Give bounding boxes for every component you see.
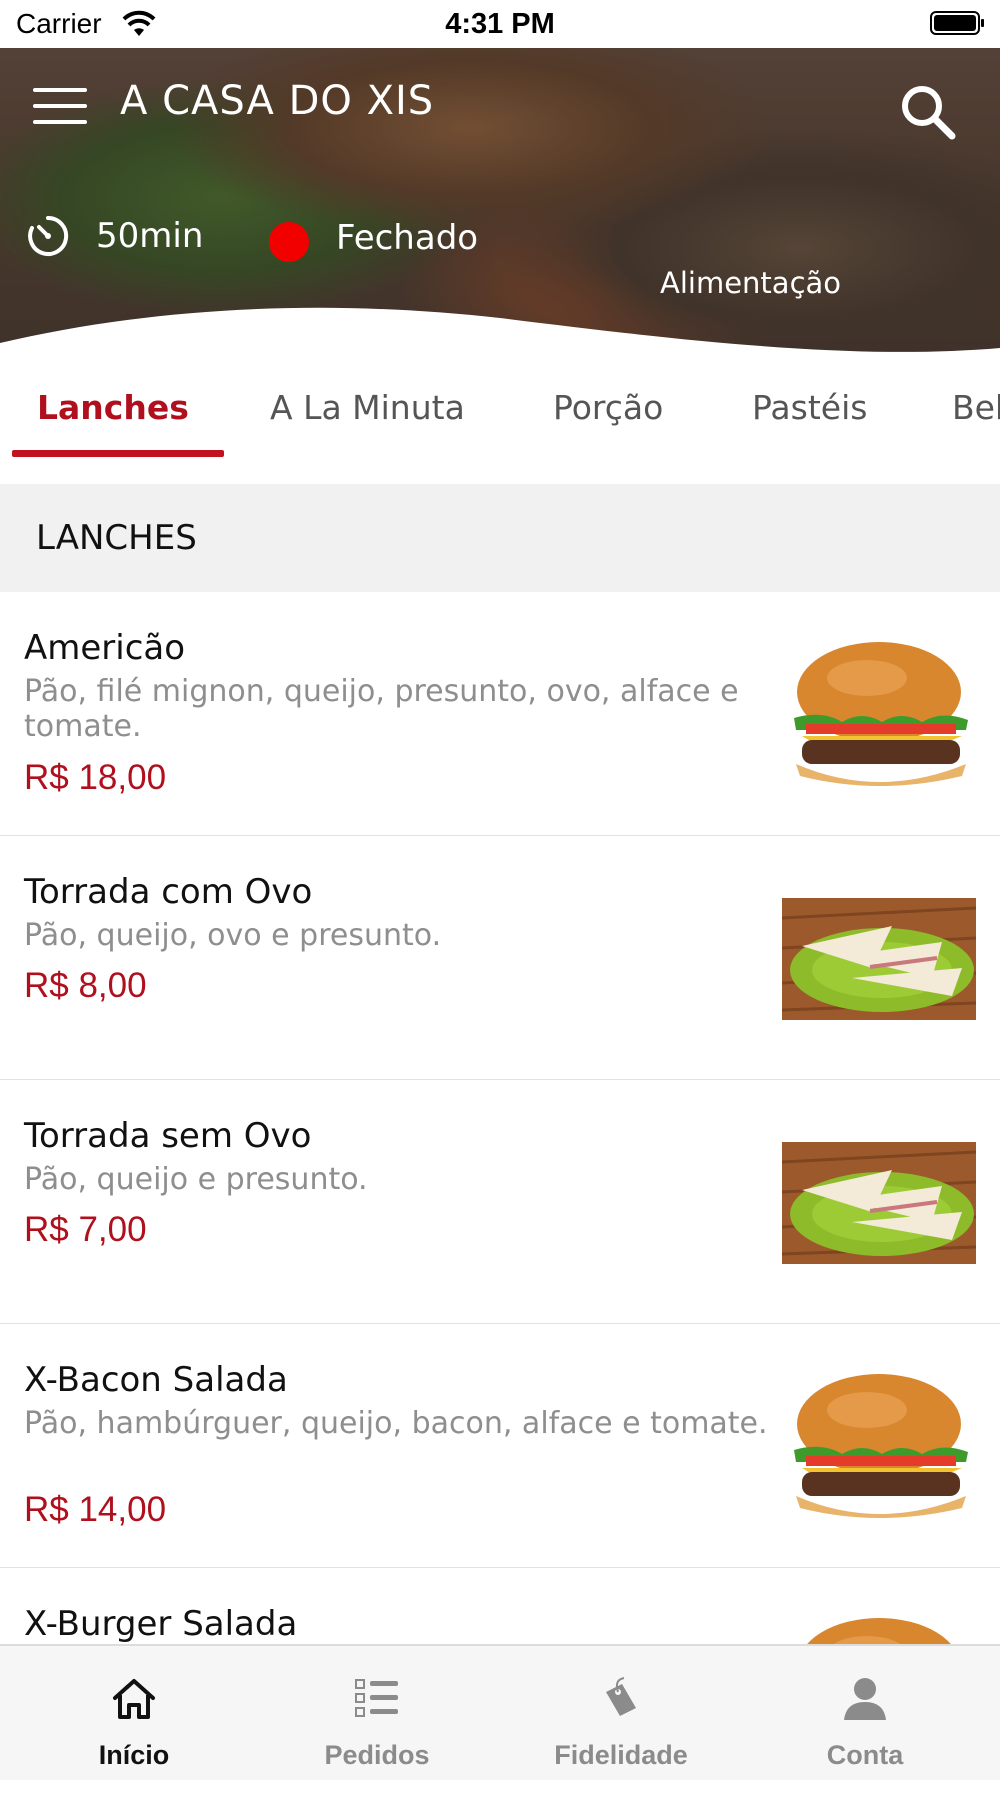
item-name: X-Bacon Salada [24, 1360, 288, 1400]
tab-a-la-minuta[interactable]: A La Minuta [270, 388, 465, 427]
item-description: Pão, queijo, ovo e presunto. [24, 918, 442, 953]
tab-porcao[interactable]: Porção [553, 388, 663, 427]
item-price: R$ 18,00 [24, 758, 167, 797]
nav-fidelidade-label: Fidelidade [554, 1740, 688, 1770]
orders-list-icon [355, 1679, 398, 1717]
burger-image [794, 1374, 968, 1518]
account-person-icon [844, 1678, 886, 1720]
nav-inicio-label: Início [98, 1740, 170, 1770]
store-title: A CASA DO XIS [120, 78, 435, 124]
tab-pasteis[interactable]: Pastéis [752, 388, 867, 427]
burger-image [794, 642, 968, 786]
nav-fidelidade[interactable]: Fidelidade [496, 1646, 746, 1780]
nav-pedidos[interactable]: Pedidos [252, 1646, 502, 1780]
hamburger-menu-icon[interactable] [33, 88, 87, 124]
item-price: R$ 8,00 [24, 966, 147, 1005]
home-icon [113, 1679, 155, 1719]
clock: 4:31 PM [445, 8, 555, 40]
item-description: Pão, filé mignon, queijo, presunto, ovo,… [24, 674, 739, 744]
item-price: R$ 14,00 [24, 1490, 167, 1529]
category-tabs: Lanches A La Minuta Porção Pastéis Beb [0, 368, 1000, 464]
item-description: Pão, hambúrguer, queijo, bacon, alface e… [24, 1406, 768, 1441]
nav-pedidos-label: Pedidos [324, 1740, 430, 1770]
nav-inicio[interactable]: Início [9, 1646, 259, 1780]
store-header: A CASA DO XIS 50min Fechado Alimentação [0, 48, 1000, 368]
active-tab-indicator [12, 450, 224, 457]
search-icon[interactable] [898, 82, 956, 140]
section-header: LANCHES [0, 484, 1000, 592]
menu-item[interactable]: Americão Pão, filé mignon, queijo, presu… [0, 592, 1000, 837]
item-name: Americão [24, 628, 186, 668]
store-status: Fechado [336, 218, 479, 258]
item-name: Torrada com Ovo [24, 872, 313, 912]
bottom-navigation: Início Pedidos Fidelidade Conta [0, 1644, 1000, 1780]
tab-lanches[interactable]: Lanches [37, 388, 189, 427]
menu-item[interactable]: X-Bacon Salada Pão, hambúrguer, queijo, … [0, 1324, 1000, 1569]
sandwich-image [782, 1142, 976, 1264]
nav-conta-label: Conta [826, 1740, 904, 1770]
loyalty-tag-icon [606, 1677, 636, 1716]
delivery-time: 50min [96, 216, 204, 256]
battery-icon [930, 11, 984, 35]
status-indicator-dot [269, 222, 309, 262]
item-name: Torrada sem Ovo [24, 1116, 312, 1156]
status-bar: Carrier 4:31 PM [0, 0, 1000, 48]
item-price: R$ 7,00 [24, 1210, 147, 1249]
section-title: LANCHES [36, 518, 197, 558]
item-name: X-Burger Salada [24, 1604, 298, 1644]
header-wave-divider [0, 307, 1000, 368]
tab-bebidas[interactable]: Beb [952, 388, 1000, 427]
store-category: Alimentação [660, 266, 842, 300]
menu-item[interactable]: Torrada sem Ovo Pão, queijo e presunto. … [0, 1080, 1000, 1325]
item-description: Pão, queijo e presunto. [24, 1162, 368, 1197]
sandwich-image [782, 898, 976, 1020]
stopwatch-icon [28, 215, 69, 256]
menu-item[interactable]: Torrada com Ovo Pão, queijo, ovo e presu… [0, 836, 1000, 1081]
nav-conta[interactable]: Conta [740, 1646, 990, 1780]
